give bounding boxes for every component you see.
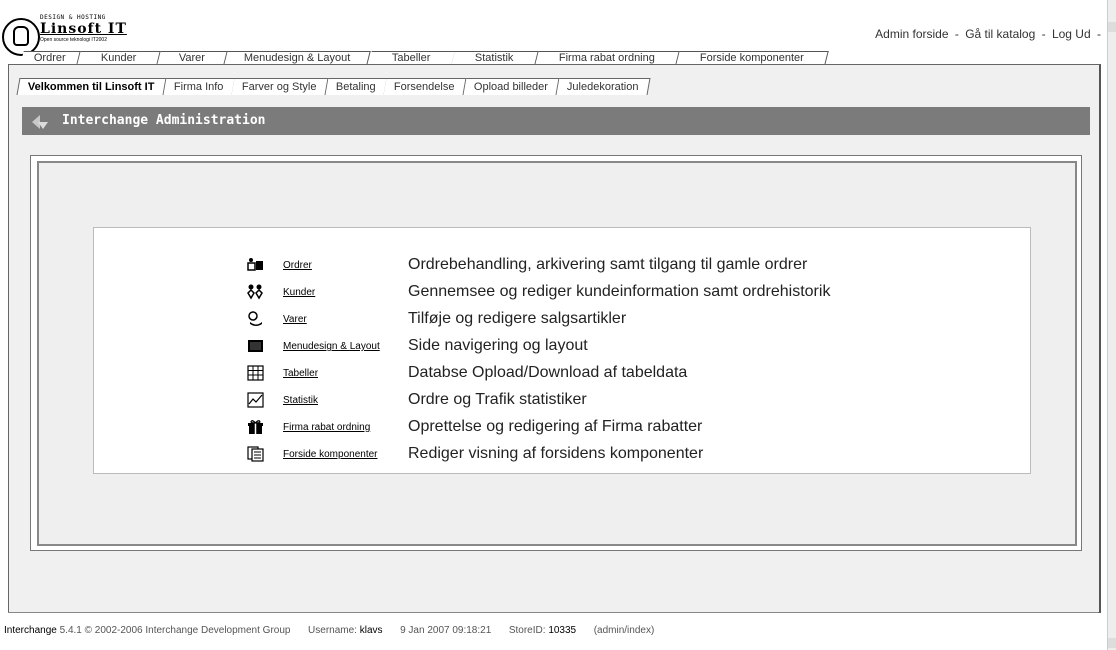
list-item: Firma rabat ordning Oprettelse og redige… bbox=[247, 417, 967, 439]
title-bar: Interchange Administration bbox=[22, 107, 1090, 135]
products-icon bbox=[248, 311, 262, 326]
catalog-link[interactable]: Gå til katalog bbox=[965, 27, 1035, 41]
menu-link-tabeller[interactable]: Tabeller bbox=[283, 368, 318, 379]
sub-tab-label: Juledekoration bbox=[566, 81, 639, 93]
sub-tab-label: Firma Info bbox=[173, 81, 223, 93]
statistics-icon bbox=[247, 392, 264, 408]
nav-arrows-icon bbox=[32, 115, 48, 129]
vertical-scrollbar[interactable] bbox=[1107, 0, 1116, 650]
link-separator: - bbox=[954, 27, 959, 41]
footer-datetime: 9 Jan 2007 09:18:21 bbox=[400, 625, 492, 636]
main-tab-statistik[interactable]: Statistik bbox=[451, 51, 539, 65]
menu-link-ordrer[interactable]: Ordrer bbox=[283, 260, 312, 271]
sub-tabs: Velkommen til Linsoft IT Firma Info Farv… bbox=[16, 78, 651, 95]
menu-description: Ordrebehandling, arkivering samt tilgang… bbox=[408, 256, 808, 273]
footer-username-label: Username: bbox=[308, 625, 357, 636]
link-separator: - bbox=[1041, 27, 1046, 41]
menu-link-statistik[interactable]: Statistik bbox=[283, 395, 318, 406]
scroll-up-arrow-icon[interactable] bbox=[1108, 22, 1116, 32]
customers-icon bbox=[247, 284, 263, 300]
footer-store-label: StoreID: bbox=[508, 625, 546, 636]
footer-version: 5.4.1 © 2002-2006 Interchange Developmen… bbox=[59, 625, 291, 636]
table-icon bbox=[247, 365, 264, 381]
menu-link-kunder[interactable]: Kunder bbox=[283, 287, 315, 298]
list-item: Menudesign & Layout Side navigering og l… bbox=[247, 336, 967, 358]
main-tab-kunder[interactable]: Kunder bbox=[77, 51, 162, 65]
main-tab-tabeller[interactable]: Tabeller bbox=[368, 51, 456, 65]
logo-name: Linsoft IT bbox=[40, 21, 127, 37]
main-tab-firma-rabat[interactable]: Firma rabat ordning bbox=[535, 51, 680, 65]
footer-product: Interchange bbox=[4, 625, 57, 636]
sub-tab-label: Forsendelse bbox=[394, 81, 455, 93]
gift-icon bbox=[248, 420, 263, 434]
sub-tab-opload[interactable]: Opload billeder bbox=[463, 78, 560, 95]
list-item: Kunder Gennemsee og rediger kundeinforma… bbox=[247, 282, 967, 304]
logo[interactable]: DESIGN & HOSTING Linsoft IT Open source … bbox=[2, 12, 152, 56]
main-tab-menudesign[interactable]: Menudesign & Layout bbox=[224, 51, 372, 65]
sub-tab-firma-info[interactable]: Firma Info bbox=[163, 78, 235, 95]
sub-tab-label: Farver og Style bbox=[241, 81, 317, 93]
menu-description: Side navigering og layout bbox=[408, 337, 588, 354]
sub-tab-farver[interactable]: Farver og Style bbox=[231, 78, 329, 95]
menu-description: Ordre og Trafik statistiker bbox=[408, 391, 587, 408]
logo-subtitle: Open source teknologi IT2002 bbox=[40, 37, 107, 43]
menu-description: Rediger visning af forsidens komponenter bbox=[408, 445, 704, 462]
link-separator: - bbox=[1097, 27, 1101, 41]
sub-tab-betaling[interactable]: Betaling bbox=[325, 78, 387, 95]
top-links: Admin forside - Gå til katalog - Log Ud … bbox=[875, 27, 1104, 41]
menu-link-varer[interactable]: Varer bbox=[283, 314, 307, 325]
list-item: Statistik Ordre og Trafik statistiker bbox=[247, 390, 967, 412]
header: DESIGN & HOSTING Linsoft IT Open source … bbox=[0, 0, 1108, 56]
content-inner: Ordrer Ordrebehandling, arkivering samt … bbox=[37, 161, 1077, 546]
menu-description: Oprettelse og redigering af Firma rabatt… bbox=[408, 418, 703, 435]
sub-tab-velkommen[interactable]: Velkommen til Linsoft IT bbox=[16, 78, 167, 95]
list-item: Forside komponenter Rediger visning af f… bbox=[247, 444, 967, 466]
menu-link-firma-rabat[interactable]: Firma rabat ordning bbox=[283, 422, 370, 433]
menu-description: Databse Opload/Download af tabeldata bbox=[408, 364, 688, 381]
sub-tab-jul[interactable]: Juledekoration bbox=[556, 78, 651, 95]
sub-tab-label: Velkommen til Linsoft IT bbox=[27, 81, 155, 93]
layout-icon bbox=[248, 340, 263, 352]
sub-tab-forsendelse[interactable]: Forsendelse bbox=[383, 78, 467, 95]
menu-box: Ordrer Ordrebehandling, arkivering samt … bbox=[93, 227, 1031, 474]
footer-separator bbox=[8, 612, 1098, 613]
logo-tagline: DESIGN & HOSTING bbox=[40, 14, 106, 21]
list-item: Ordrer Ordrebehandling, arkivering samt … bbox=[247, 255, 967, 277]
list-item: Tabeller Databse Opload/Download af tabe… bbox=[247, 363, 967, 385]
admin-home-link[interactable]: Admin forside bbox=[875, 27, 948, 41]
main-tab-ordrer[interactable]: Ordrer bbox=[20, 51, 81, 65]
footer-username: klavs bbox=[359, 625, 383, 636]
orders-icon bbox=[247, 258, 263, 271]
sub-tab-label: Betaling bbox=[335, 81, 376, 93]
footer-path: (admin/index) bbox=[593, 625, 655, 636]
menu-link-menudesign[interactable]: Menudesign & Layout bbox=[283, 341, 380, 352]
list-item: Varer Tilføje og redigere salgsartikler bbox=[247, 309, 967, 331]
main-tab-forside[interactable]: Forside komponenter bbox=[676, 51, 829, 65]
menu-link-forside[interactable]: Forside komponenter bbox=[283, 449, 378, 460]
scroll-down-arrow-icon[interactable] bbox=[1108, 638, 1116, 648]
main-tab-varer[interactable]: Varer bbox=[157, 51, 229, 65]
footer: Interchange 5.4.1 © 2002-2006 Interchang… bbox=[4, 625, 654, 636]
logout-link[interactable]: Log Ud bbox=[1052, 27, 1091, 41]
menu-description: Gennemsee og rediger kundeinformation sa… bbox=[408, 283, 831, 300]
menu-description: Tilføje og redigere salgsartikler bbox=[408, 310, 627, 327]
penguin-icon bbox=[13, 26, 29, 46]
main-tabs: Ordrer Kunder Varer Menudesign & Layout … bbox=[20, 51, 829, 65]
page-title: Interchange Administration bbox=[62, 113, 266, 128]
components-icon bbox=[247, 446, 264, 462]
footer-store-id: 10335 bbox=[548, 625, 577, 636]
sub-tab-label: Opload billeder bbox=[473, 81, 548, 93]
content-panel: Ordrer Ordrebehandling, arkivering samt … bbox=[30, 155, 1082, 551]
